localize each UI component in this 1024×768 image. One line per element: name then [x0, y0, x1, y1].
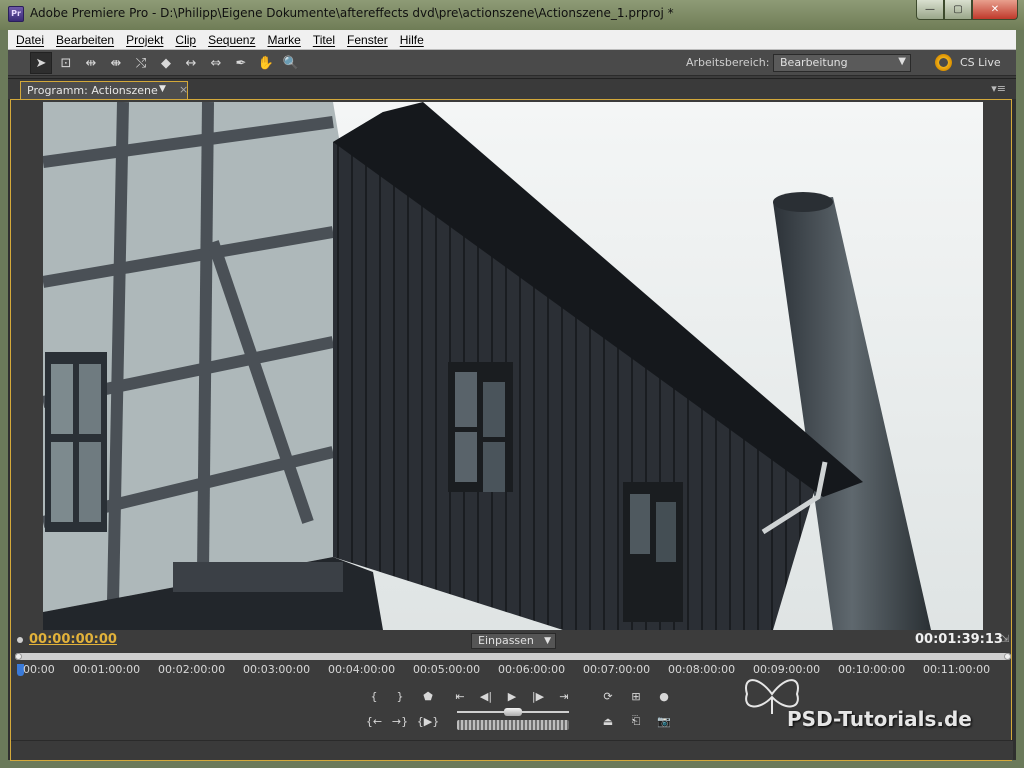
zoom-bar-left-handle[interactable] [15, 653, 22, 660]
cs-live-icon[interactable] [935, 54, 952, 71]
play-icon[interactable]: ▶ [501, 686, 523, 706]
menu-datei[interactable]: Datei [10, 30, 50, 50]
cs-live-label[interactable]: CS Live [960, 56, 1001, 69]
tool-group: ➤ ⊡ ⇹ ⇼ ⤭ ◆ ↔ ⇔ ✒ ✋ 🔍 [30, 52, 302, 74]
chevron-down-icon: ▼ [898, 56, 906, 67]
tab-program-monitor[interactable]: Programm: Actionszene ▼ × [20, 81, 188, 99]
zoom-tool-icon[interactable]: 🔍 [280, 52, 302, 74]
window-titlebar: Pr Adobe Premiere Pro - D:\Philipp\Eigen… [0, 0, 1024, 30]
close-button[interactable]: ✕ [972, 0, 1018, 20]
status-bar [11, 740, 1013, 760]
zoom-fit-select[interactable]: Einpassen ▼ [471, 633, 556, 649]
menu-marke[interactable]: Marke [261, 30, 306, 50]
extract-icon[interactable]: ⎗ [625, 711, 647, 731]
marker-dot[interactable] [17, 637, 23, 643]
hand-tool-icon[interactable]: ✋ [255, 52, 277, 74]
workspace-select[interactable]: Bearbeitung ▼ [773, 54, 911, 72]
watermark-text: PSD-Tutorials.de [787, 707, 972, 731]
export-frame-icon[interactable]: 📷 [653, 711, 675, 731]
track-select-tool-icon[interactable]: ⊡ [55, 52, 77, 74]
chevron-down-icon: ▼ [544, 636, 551, 646]
menu-hilfe[interactable]: Hilfe [394, 30, 430, 50]
ruler-label: 00:11:00:00 [923, 663, 991, 676]
menu-clip[interactable]: Clip [169, 30, 202, 50]
workspace-label: Arbeitsbereich: [686, 56, 770, 69]
zoom-bar-right-handle[interactable] [1004, 653, 1011, 660]
tab-label: Programm: Actionszene [27, 84, 158, 97]
panel-menu-icon[interactable]: ▾≡ [991, 82, 1006, 95]
video-frame[interactable] [43, 102, 983, 630]
ruler-label: 00:08:00:00 [668, 663, 736, 676]
ruler-label: 00:06:00:00 [498, 663, 566, 676]
workspace-value: Bearbeitung [780, 56, 848, 69]
program-monitor-panel: Programm: Actionszene ▼ × ▾≡ 00:00:00:00… [8, 78, 1016, 761]
shuttle-control[interactable] [457, 720, 569, 730]
close-icon[interactable]: × [179, 83, 188, 96]
jog-thumb[interactable] [504, 708, 522, 716]
go-to-in-icon[interactable]: ⇤ [449, 686, 471, 706]
menu-bar: Datei Bearbeiten Projekt Clip Sequenz Ma… [8, 30, 1016, 50]
ruler-label: 00:00 [23, 663, 55, 676]
menu-bearbeiten[interactable]: Bearbeiten [50, 30, 120, 50]
play-in-to-out-icon[interactable]: {▶} [417, 711, 439, 731]
marker-icon[interactable]: ⬟ [417, 686, 439, 706]
ruler-label: 00:10:00:00 [838, 663, 906, 676]
lift-icon[interactable]: ⏏ [597, 711, 619, 731]
premiere-app-icon: Pr [8, 6, 24, 22]
menu-sequenz[interactable]: Sequenz [202, 30, 261, 50]
slide-tool-icon[interactable]: ⇔ [205, 52, 227, 74]
ripple-edit-tool-icon[interactable]: ⇹ [80, 52, 102, 74]
go-to-out-icon[interactable]: ⇥ [553, 686, 575, 706]
current-timecode[interactable]: 00:00:00:00 [29, 632, 117, 647]
pen-tool-icon[interactable]: ✒ [230, 52, 252, 74]
video-image [43, 102, 983, 630]
menu-titel[interactable]: Titel [307, 30, 341, 50]
menu-projekt[interactable]: Projekt [120, 30, 169, 50]
step-back-icon[interactable]: ◀| [475, 686, 497, 706]
ruler-label: 00:07:00:00 [583, 663, 651, 676]
fit-value: Einpassen [478, 634, 534, 647]
program-monitor: 00:00:00:00 Einpassen ▼ 00:01:39:13 ⇲ 00… [10, 99, 1013, 761]
selection-tool-icon[interactable]: ➤ [30, 52, 52, 74]
settings-icon[interactable]: ⇲ [1001, 634, 1009, 645]
safe-margins-icon[interactable]: ⊞ [625, 686, 647, 706]
step-forward-icon[interactable]: |▶ [527, 686, 549, 706]
razor-tool-icon[interactable]: ◆ [155, 52, 177, 74]
loop-icon[interactable]: ⟳ [597, 686, 619, 706]
panel-tab-bar: Programm: Actionszene ▼ × ▾≡ [8, 79, 1016, 99]
ruler-label: 00:02:00:00 [158, 663, 226, 676]
app-frame: Datei Bearbeiten Projekt Clip Sequenz Ma… [8, 30, 1016, 761]
output-icon[interactable]: ● [653, 686, 675, 706]
time-ruler[interactable]: 00:00 00:01:00:00 00:02:00:00 00:03:00:0… [15, 651, 1011, 679]
set-in-icon[interactable]: { [363, 686, 385, 706]
ruler-label: 00:05:00:00 [413, 663, 481, 676]
ruler-label: 00:01:00:00 [73, 663, 141, 676]
transport-controls: { } ⬟ ⇤ ◀| ▶ |▶ ⇥ {← →} {▶} ⟳ ⊞ ● ⏏ ⎗ 📷 [361, 683, 671, 735]
ruler-label: 00:04:00:00 [328, 663, 396, 676]
ruler-label: 00:03:00:00 [243, 663, 311, 676]
set-out-icon[interactable]: } [389, 686, 411, 706]
zoom-bar[interactable] [15, 653, 1011, 660]
go-prev-edit-icon[interactable]: {← [363, 711, 385, 731]
go-next-edit-icon[interactable]: →} [389, 711, 411, 731]
slip-tool-icon[interactable]: ↔ [180, 52, 202, 74]
minimize-button[interactable]: — [916, 0, 944, 20]
rolling-edit-tool-icon[interactable]: ⇼ [105, 52, 127, 74]
duration-timecode: 00:01:39:13 [915, 632, 1003, 647]
jog-slider[interactable] [457, 708, 569, 716]
menu-fenster[interactable]: Fenster [341, 30, 394, 50]
maximize-button[interactable]: ▢ [944, 0, 972, 20]
tab-menu-icon[interactable]: ▼ [159, 84, 166, 94]
rate-stretch-tool-icon[interactable]: ⤭ [130, 52, 152, 74]
window-title: Adobe Premiere Pro - D:\Philipp\Eigene D… [30, 6, 674, 20]
tools-bar: ➤ ⊡ ⇹ ⇼ ⤭ ◆ ↔ ⇔ ✒ ✋ 🔍 Arbeitsbereich: Be… [8, 50, 1016, 76]
